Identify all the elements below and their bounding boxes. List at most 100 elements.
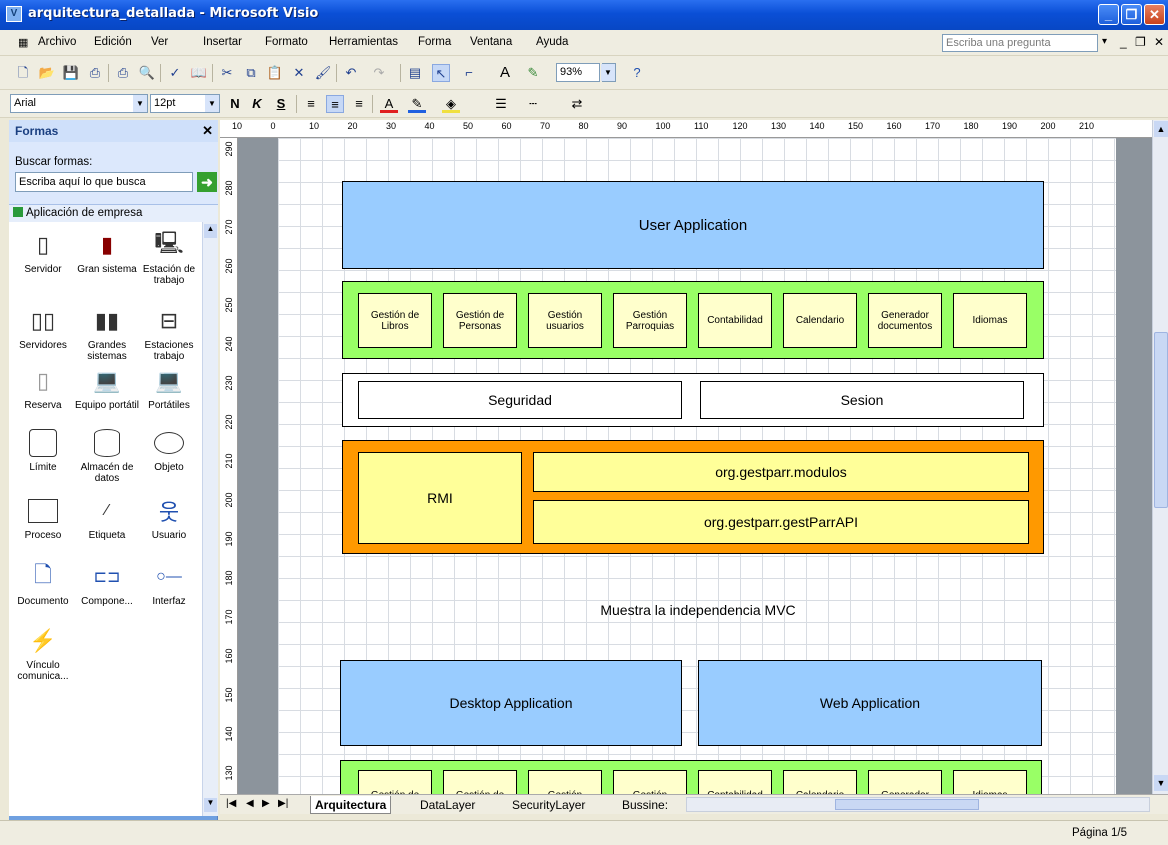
tab-arquitectura[interactable]: Arquitectura <box>310 796 392 814</box>
shape-etiqueta[interactable]: ⁄ Etiqueta <box>75 496 139 541</box>
visio-app-icon[interactable]: V <box>6 6 22 22</box>
drawing-canvas[interactable]: User Application Seguridad Sesion RMI or… <box>238 138 1152 794</box>
module-box[interactable]: Contabilidad <box>698 770 772 794</box>
module-box[interactable]: Calendario <box>783 770 857 794</box>
shape-equipo-portatil[interactable]: 💻 Equipo portátil <box>75 366 139 411</box>
shape-portatiles[interactable]: 💻 Portátiles <box>137 366 201 411</box>
format-painter-icon[interactable]: 🖌 <box>314 64 332 82</box>
italic-button[interactable]: K <box>248 95 266 113</box>
print-icon[interactable]: ⎙ <box>114 64 132 82</box>
next-page-icon[interactable]: ▶ <box>258 796 274 814</box>
shape-servidores[interactable]: ▯▯ Servidores <box>11 306 75 351</box>
font-size-select[interactable]: 12pt ▼ <box>150 94 220 113</box>
line-color-icon[interactable]: ✎ <box>408 95 426 113</box>
zoom-select[interactable]: 93% <box>556 63 600 82</box>
chevron-down-icon[interactable]: ▼ <box>205 95 219 112</box>
shape-servidor[interactable]: ▯ Servidor <box>11 230 75 275</box>
chevron-down-icon[interactable]: ▼ <box>133 95 147 112</box>
shape-interfaz[interactable]: ○— Interfaz <box>137 562 201 607</box>
shape-estaciones-trabajo[interactable]: ⊟ Estaciones trabajo <box>137 306 201 362</box>
help-icon[interactable]: ? <box>628 64 646 82</box>
menu-ventana[interactable]: Ventana <box>470 36 512 48</box>
menu-herramientas[interactable]: Herramientas <box>329 36 398 48</box>
ask-dropdown-icon[interactable]: ▾ <box>1102 36 1107 47</box>
connector-tool-icon[interactable]: ⌐ <box>460 64 478 82</box>
first-page-icon[interactable]: |◀ <box>222 796 240 814</box>
close-icon[interactable]: ✕ <box>202 123 213 139</box>
menu-ver[interactable]: Ver <box>151 36 168 48</box>
menu-forma[interactable]: Forma <box>418 36 451 48</box>
new-icon[interactable]: 🗋 <box>14 64 32 82</box>
module-box[interactable]: Generador <box>868 770 942 794</box>
module-box[interactable]: Gestión de Libros <box>358 293 432 348</box>
maximize-button[interactable]: ❐ <box>1121 4 1142 25</box>
user-application-box[interactable]: User Application <box>342 181 1044 269</box>
line-weight-icon[interactable]: ☰ <box>492 95 510 113</box>
shape-estacion-trabajo[interactable]: 🖳 Estación de trabajo <box>137 230 201 286</box>
line-pattern-icon[interactable]: ┄ <box>524 95 542 113</box>
prev-page-icon[interactable]: ◀ <box>242 796 258 814</box>
module-box[interactable]: Gestión usuarios <box>528 293 602 348</box>
module-box[interactable]: Gestión de Personas <box>443 293 517 348</box>
rmi-box[interactable]: RMI <box>358 452 522 544</box>
menu-edicion[interactable]: Edición <box>94 36 132 48</box>
font-select[interactable]: Arial ▼ <box>10 94 148 113</box>
shape-proceso[interactable]: Proceso <box>11 496 75 541</box>
shape-usuario[interactable]: 웃 Usuario <box>137 496 201 541</box>
doc-restore-button[interactable]: ❐ <box>1135 35 1146 49</box>
stencil-header[interactable]: Aplicación de empresa <box>9 204 218 222</box>
module-box[interactable]: Gestión de <box>358 770 432 794</box>
permission-icon[interactable]: ⎙ <box>86 64 104 82</box>
menu-archivo[interactable]: Archivo <box>38 36 76 48</box>
menu-ayuda[interactable]: Ayuda <box>536 36 568 48</box>
shape-gran-sistema[interactable]: ▮ Gran sistema <box>75 230 139 275</box>
tab-datalayer[interactable]: DataLayer <box>416 796 479 814</box>
text-tool-icon[interactable]: A <box>496 64 514 82</box>
api-package-box[interactable]: org.gestparr.gestParrAPI <box>533 500 1029 544</box>
module-box[interactable]: Gestión de <box>443 770 517 794</box>
search-shapes-input[interactable] <box>15 172 193 192</box>
module-box[interactable]: Gestión <box>528 770 602 794</box>
scroll-up-icon[interactable]: ▲ <box>1154 121 1168 137</box>
line-ends-icon[interactable]: ⇄ <box>568 95 586 113</box>
sesion-box[interactable]: Sesion <box>700 381 1024 419</box>
delete-icon[interactable]: ✕ <box>290 64 308 82</box>
tab-bussines[interactable]: Bussine: <box>618 796 672 814</box>
shape-objeto[interactable]: Objeto <box>137 428 201 473</box>
scroll-up-icon[interactable]: ▲ <box>204 224 217 238</box>
save-icon[interactable]: 💾 <box>62 64 80 82</box>
seguridad-box[interactable]: Seguridad <box>358 381 682 419</box>
zoom-dropdown[interactable]: ▼ <box>601 63 616 82</box>
module-box[interactable]: Idiomas <box>953 770 1027 794</box>
doc-minimize-button[interactable]: _ <box>1120 35 1127 49</box>
minimize-button[interactable]: _ <box>1098 4 1119 25</box>
align-center-icon[interactable]: ≡ <box>326 95 344 113</box>
shapes-window-icon[interactable]: ▤ <box>406 64 424 82</box>
scroll-thumb[interactable] <box>1154 332 1168 508</box>
drawing-page[interactable]: User Application Seguridad Sesion RMI or… <box>278 138 1116 794</box>
doc-close-button[interactable]: ✕ <box>1154 35 1164 49</box>
undo-icon[interactable]: ↶ <box>342 64 360 82</box>
copy-icon[interactable]: ⧉ <box>242 64 260 82</box>
shape-vinculo-comunicacion[interactable]: ⚡ Vínculo comunica... <box>11 626 75 682</box>
module-box[interactable]: Generador documentos <box>868 293 942 348</box>
shape-reserva[interactable]: ▯ Reserva <box>11 366 75 411</box>
canvas-vertical-scrollbar[interactable]: ▲ ▼ <box>1152 120 1168 794</box>
web-application-box[interactable]: Web Application <box>698 660 1042 746</box>
shape-limite[interactable]: Límite <box>11 428 75 473</box>
close-button[interactable]: ✕ <box>1144 4 1165 25</box>
scroll-down-icon[interactable]: ▼ <box>204 798 217 812</box>
hscroll-thumb[interactable] <box>835 799 979 810</box>
ask-question-input[interactable]: Escriba una pregunta <box>942 34 1098 52</box>
search-go-icon[interactable]: ➜ <box>197 172 217 192</box>
module-box[interactable]: Contabilidad <box>698 293 772 348</box>
shape-componente[interactable]: ⊏⊐ Compone... <box>75 562 139 607</box>
bold-button[interactable]: N <box>226 95 244 113</box>
document-menu-icon[interactable]: ▦ <box>18 36 28 49</box>
shape-documento[interactable]: 🗋 Documento <box>11 562 75 607</box>
module-box[interactable]: Idiomas <box>953 293 1027 348</box>
stencil-scrollbar[interactable]: ▲ ▼ <box>202 222 218 816</box>
tab-securitylayer[interactable]: SecurityLayer <box>508 796 589 814</box>
module-box[interactable]: Calendario <box>783 293 857 348</box>
mvc-note-text[interactable]: Muestra la independencia MVC <box>518 598 878 622</box>
